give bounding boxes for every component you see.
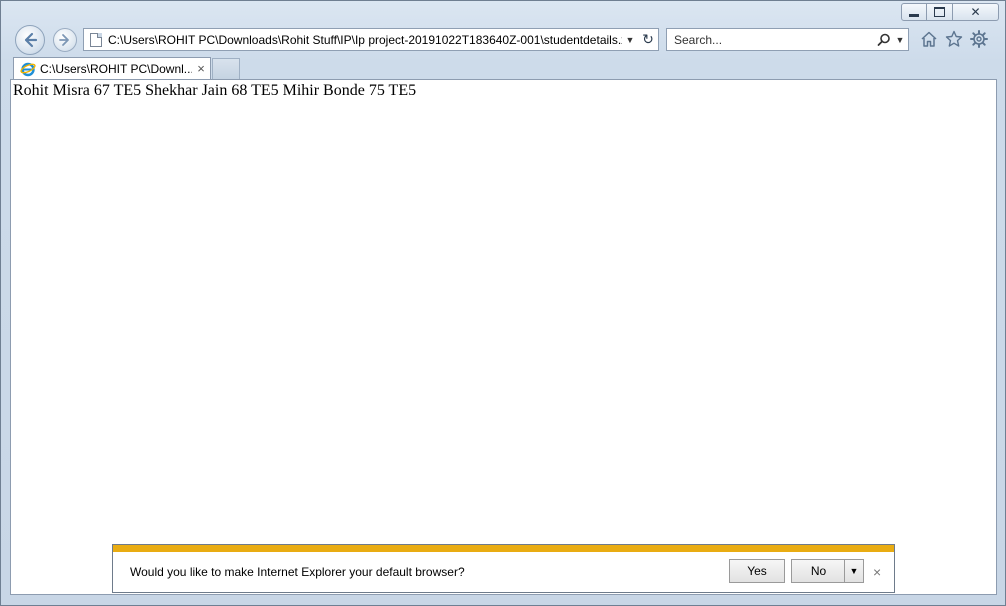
search-icon[interactable] bbox=[876, 33, 892, 47]
tab-studentdetails[interactable]: C:\Users\ROHIT PC\Downl... × bbox=[13, 57, 211, 79]
navigation-bar: C:\Users\ROHIT PC\Downloads\Rohit Stuff\… bbox=[1, 23, 1005, 57]
maximize-button[interactable] bbox=[927, 3, 953, 21]
forward-arrow-icon bbox=[59, 34, 69, 46]
tab-strip: C:\Users\ROHIT PC\Downl... × bbox=[1, 57, 1005, 79]
default-browser-notification: Would you like to make Internet Explorer… bbox=[112, 544, 895, 593]
address-dropdown-icon[interactable]: ▼ bbox=[622, 35, 638, 45]
home-icon[interactable] bbox=[919, 29, 939, 49]
back-button[interactable] bbox=[15, 25, 45, 55]
star-icon[interactable] bbox=[944, 29, 964, 49]
refresh-icon[interactable]: ↻ bbox=[638, 31, 658, 48]
search-box[interactable]: Search... ▼ bbox=[666, 28, 909, 51]
ie-logo-icon bbox=[20, 61, 36, 77]
address-url[interactable]: C:\Users\ROHIT PC\Downloads\Rohit Stuff\… bbox=[108, 33, 622, 47]
tab-close-icon[interactable]: × bbox=[192, 61, 210, 76]
student-details-text: Rohit Misra 67 TE5 Shekhar Jain 68 TE5 M… bbox=[13, 82, 417, 99]
page-icon bbox=[90, 32, 102, 47]
search-input[interactable]: Search... bbox=[667, 33, 876, 47]
search-dropdown-icon[interactable]: ▼ bbox=[892, 35, 908, 45]
minimize-icon bbox=[909, 13, 919, 17]
tab-label: C:\Users\ROHIT PC\Downl... bbox=[40, 61, 192, 76]
notification-accent-bar bbox=[113, 545, 894, 552]
no-options-dropdown[interactable]: ▼ bbox=[844, 559, 864, 583]
no-button[interactable]: No bbox=[791, 559, 845, 583]
notification-close-icon[interactable]: × bbox=[873, 564, 881, 580]
restore-icon bbox=[934, 7, 945, 17]
back-arrow-icon bbox=[24, 32, 38, 48]
ie-window: ✕ C:\Users\ROHIT PC\Downloads\Rohit Stuf… bbox=[0, 0, 1006, 606]
forward-button[interactable] bbox=[53, 28, 77, 52]
close-window-button[interactable]: ✕ bbox=[953, 3, 999, 21]
toolbar-icons bbox=[919, 29, 989, 49]
page-content: Rohit Misra 67 TE5 Shekhar Jain 68 TE5 M… bbox=[10, 79, 997, 595]
new-tab-button[interactable] bbox=[212, 58, 240, 79]
gear-icon[interactable] bbox=[969, 29, 989, 49]
close-icon: ✕ bbox=[970, 5, 981, 19]
minimize-button[interactable] bbox=[901, 3, 927, 21]
notification-message: Would you like to make Internet Explorer… bbox=[130, 565, 465, 579]
yes-button[interactable]: Yes bbox=[729, 559, 785, 583]
dropdown-arrow-icon: ▼ bbox=[849, 566, 859, 576]
magnifier-icon bbox=[877, 33, 890, 46]
address-bar[interactable]: C:\Users\ROHIT PC\Downloads\Rohit Stuff\… bbox=[83, 28, 659, 51]
caption-buttons: ✕ bbox=[901, 3, 999, 21]
